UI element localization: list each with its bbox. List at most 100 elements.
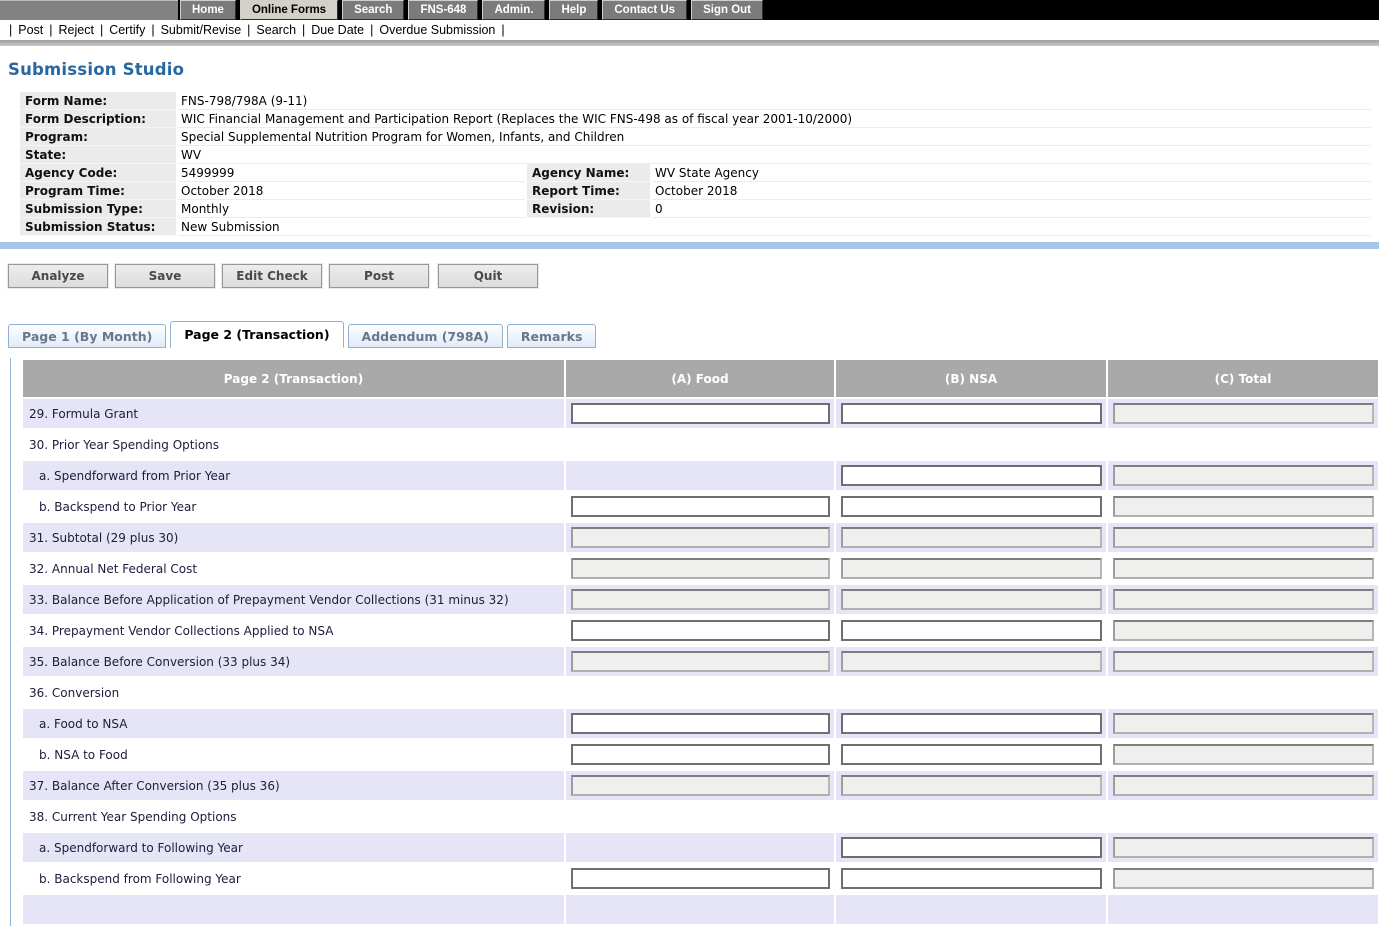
form-info-row: Program:Special Supplemental Nutrition P…: [20, 128, 1371, 146]
food-cell: [566, 678, 834, 707]
nsa-cell: [836, 585, 1106, 614]
nsa-input-row4: [841, 527, 1102, 548]
tab-page-1-by-month[interactable]: Page 1 (By Month): [8, 324, 166, 348]
nsa-cell: [836, 802, 1106, 831]
nav-button-home[interactable]: Home: [180, 0, 236, 20]
info-label: Submission Type:: [20, 200, 176, 218]
quit-button[interactable]: Quit: [438, 264, 538, 288]
total-input-row6: [1113, 589, 1374, 610]
tab-bar: Page 1 (By Month)Page 2 (Transaction)Add…: [8, 321, 1379, 348]
info-label: Submission Status:: [20, 218, 176, 236]
info-value: New Submission: [178, 218, 1371, 236]
action-link-due-date[interactable]: Due Date: [311, 23, 364, 37]
table-row: [23, 895, 1378, 924]
post-button[interactable]: Post: [329, 264, 429, 288]
total-input-row0: [1113, 403, 1374, 424]
action-link-certify[interactable]: Certify: [109, 23, 145, 37]
food-input-row10[interactable]: [571, 713, 830, 734]
action-nav: |Post|Reject|Certify|Submit/Revise|Searc…: [0, 20, 1379, 40]
food-cell: [566, 399, 834, 428]
nsa-input-row14[interactable]: [841, 837, 1102, 858]
analyze-button[interactable]: Analyze: [8, 264, 108, 288]
table-row: 37. Balance After Conversion (35 plus 36…: [23, 771, 1378, 800]
nav-button-fns-648[interactable]: FNS-648: [408, 0, 478, 20]
food-input-row15[interactable]: [571, 868, 830, 889]
info-value: WIC Financial Management and Participati…: [178, 110, 1371, 128]
total-cell: [1108, 740, 1378, 769]
action-link-post[interactable]: Post: [18, 23, 43, 37]
row-label: a. Spendforward to Following Year: [23, 833, 564, 862]
info-value: WV: [178, 146, 1371, 164]
nsa-cell: [836, 771, 1106, 800]
total-input-row3: [1113, 496, 1374, 517]
info-value: Special Supplemental Nutrition Program f…: [178, 128, 1371, 146]
nav-button-admin[interactable]: Admin.: [482, 0, 545, 20]
nav-button-sign-out[interactable]: Sign Out: [691, 0, 763, 20]
table-row: 33. Balance Before Application of Prepay…: [23, 585, 1378, 614]
total-cell: [1108, 554, 1378, 583]
row-label: 29. Formula Grant: [23, 399, 564, 428]
table-row: a. Spendforward to Following Year: [23, 833, 1378, 862]
table-row: b. Backspend from Following Year: [23, 864, 1378, 893]
total-cell: [1108, 616, 1378, 645]
food-cell: [566, 895, 834, 924]
nsa-cell: [836, 864, 1106, 893]
tab-addendum-798a[interactable]: Addendum (798A): [348, 324, 503, 348]
food-input-row5: [571, 558, 830, 579]
action-separator: |: [151, 23, 154, 37]
total-cell: [1108, 895, 1378, 924]
save-button[interactable]: Save: [115, 264, 215, 288]
form-info-row: Submission Status:New Submission: [20, 218, 1371, 236]
row-label: a. Spendforward from Prior Year: [23, 461, 564, 490]
food-input-row0[interactable]: [571, 403, 830, 424]
food-input-row7[interactable]: [571, 620, 830, 641]
nsa-input-row0[interactable]: [841, 403, 1102, 424]
food-input-row3[interactable]: [571, 496, 830, 517]
food-input-row11[interactable]: [571, 744, 830, 765]
tab-remarks[interactable]: Remarks: [507, 324, 596, 348]
divider-bar: [0, 40, 1379, 46]
action-separator: |: [370, 23, 373, 37]
nsa-input-row15[interactable]: [841, 868, 1102, 889]
row-label: 34. Prepayment Vendor Collections Applie…: [23, 616, 564, 645]
table-row: 29. Formula Grant: [23, 399, 1378, 428]
nsa-input-row6: [841, 589, 1102, 610]
nsa-cell: [836, 554, 1106, 583]
table-row: 34. Prepayment Vendor Collections Applie…: [23, 616, 1378, 645]
top-nav-left-block: [0, 0, 178, 20]
nsa-cell: [836, 833, 1106, 862]
info-value: 0: [652, 200, 1371, 218]
table-row: 38. Current Year Spending Options: [23, 802, 1378, 831]
action-link-reject[interactable]: Reject: [59, 23, 94, 37]
nsa-input-row10[interactable]: [841, 713, 1102, 734]
tab-page-2-transaction[interactable]: Page 2 (Transaction): [170, 321, 343, 348]
action-separator: |: [9, 23, 12, 37]
top-nav-filler: [765, 0, 1379, 20]
form-info-row: Submission Type:MonthlyRevision:0: [20, 200, 1371, 218]
total-input-row11: [1113, 744, 1374, 765]
nsa-input-row11[interactable]: [841, 744, 1102, 765]
nsa-cell: [836, 709, 1106, 738]
nsa-input-row5: [841, 558, 1102, 579]
row-label: 37. Balance After Conversion (35 plus 36…: [23, 771, 564, 800]
action-link-search[interactable]: Search: [256, 23, 296, 37]
nsa-input-row7[interactable]: [841, 620, 1102, 641]
action-link-submit-revise[interactable]: Submit/Revise: [161, 23, 242, 37]
food-cell: [566, 430, 834, 459]
action-link-overdue-submission[interactable]: Overdue Submission: [379, 23, 495, 37]
nsa-input-row2[interactable]: [841, 465, 1102, 486]
edit-check-button[interactable]: Edit Check: [222, 264, 322, 288]
total-cell: [1108, 523, 1378, 552]
nav-button-contact-us[interactable]: Contact Us: [602, 0, 687, 20]
nav-button-help[interactable]: Help: [549, 0, 598, 20]
nsa-input-row3[interactable]: [841, 496, 1102, 517]
nav-button-online-forms[interactable]: Online Forms: [240, 0, 338, 20]
nav-button-search[interactable]: Search: [342, 0, 404, 20]
form-info-row: Form Name:FNS-798/798A (9-11): [20, 92, 1371, 110]
nsa-cell: [836, 492, 1106, 521]
total-cell: [1108, 461, 1378, 490]
grid-header-b-nsa: (B) NSA: [836, 360, 1106, 397]
info-value: WV State Agency: [652, 164, 1371, 182]
action-separator: |: [501, 23, 504, 37]
nsa-input-row8: [841, 651, 1102, 672]
